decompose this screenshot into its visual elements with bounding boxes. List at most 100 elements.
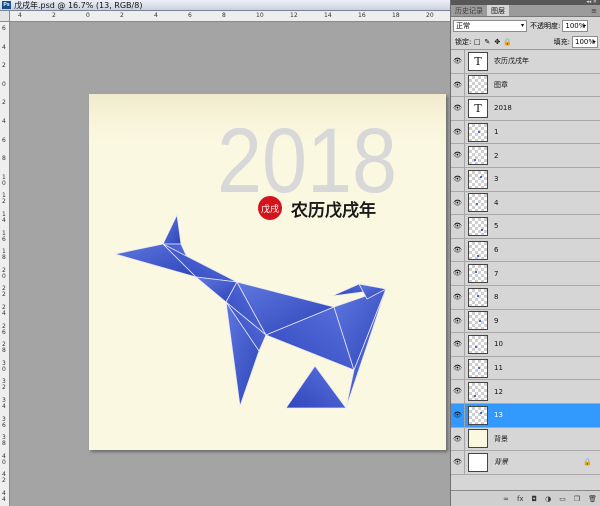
visibility-eye-icon[interactable]: 👁: [451, 403, 465, 427]
tab-history[interactable]: 历史记录: [451, 5, 487, 16]
thumbnail-mark: [481, 228, 483, 231]
visibility-eye-icon[interactable]: 👁: [451, 191, 465, 215]
ruler-label: 1 2: [2, 192, 6, 206]
opacity-input[interactable]: 100% ▸: [562, 19, 589, 32]
layer-row[interactable]: 👁 9: [451, 309, 600, 334]
panel-menu-icon[interactable]: ≡: [591, 5, 600, 16]
lock-transparent-icon[interactable]: □: [473, 38, 481, 46]
layer-row[interactable]: 👁 11: [451, 356, 600, 381]
layer-row[interactable]: 👁 8: [451, 285, 600, 310]
tab-layers[interactable]: 图层: [487, 5, 509, 16]
document-canvas[interactable]: 2018 戊戌 农历戊戌年: [89, 94, 446, 450]
layer-row[interactable]: 👁 2: [451, 144, 600, 168]
new-layer-icon[interactable]: ❐: [574, 495, 580, 503]
thumbnail-mark: [477, 254, 479, 257]
ruler-label: 2 0: [2, 266, 6, 280]
fx-icon[interactable]: fx: [517, 495, 524, 503]
ruler-corner[interactable]: [0, 11, 10, 22]
ruler-label: 16: [358, 12, 366, 19]
visibility-eye-icon[interactable]: 👁: [451, 97, 465, 120]
layer-thumbnail: [468, 452, 488, 472]
layer-row[interactable]: 👁 13: [451, 403, 600, 428]
layer-row[interactable]: 👁 4: [451, 191, 600, 216]
layer-row[interactable]: 👁 7: [451, 262, 600, 286]
ruler-label: 3 2: [2, 378, 6, 392]
trash-icon[interactable]: 🗑: [588, 495, 597, 503]
visibility-eye-icon[interactable]: 👁: [451, 144, 465, 167]
vertical-ruler[interactable]: 6 4 2 0 2 4 6 8 1 0 1 2 1 4 1 6 1 8 2 0 2 2 2 4 2 6 2 8 3 …: [0, 22, 10, 506]
layer-row[interactable]: 👁 5: [451, 215, 600, 239]
visibility-eye-icon[interactable]: 👁: [451, 333, 465, 356]
ruler-label: 2: [120, 12, 124, 19]
lock-paint-icon[interactable]: ✎: [483, 38, 491, 46]
thumbnail-mark: [477, 294, 479, 297]
layer-name: 7: [494, 269, 499, 278]
horizontal-ruler[interactable]: 4 2 0 2 4 6 8 10 12 14 16 18 20: [10, 11, 450, 22]
group-icon[interactable]: ▭: [559, 495, 566, 503]
layer-row[interactable]: 👁 图章: [451, 73, 600, 98]
ruler-label: 6: [188, 12, 192, 19]
photoshop-logo-icon: Ps: [2, 1, 11, 9]
blend-mode-select[interactable]: 正常 ▾: [453, 19, 527, 32]
layer-thumbnail: [468, 122, 488, 142]
layer-name: 9: [494, 316, 499, 325]
thumbnail-mark: [480, 411, 482, 414]
layer-list: 👁 T 农历戊戌年 👁 图章 👁 T 2018 👁 1 👁 2 👁 3 👁 4 👁 5 👁 6 👁 7 👁 8 👁 9 👁 10 👁 11…: [451, 50, 600, 490]
layer-row[interactable]: 👁 1: [451, 120, 600, 145]
layer-row[interactable]: 👁 10: [451, 333, 600, 357]
mask-icon[interactable]: ◘: [532, 495, 538, 503]
lock-row: 锁定: □ ✎ ✥ 🔒 填充: 100% ▸: [451, 34, 600, 50]
layer-row[interactable]: 👁 背景 🔒: [451, 451, 600, 475]
visibility-eye-icon[interactable]: 👁: [451, 215, 465, 238]
ruler-label: 4 0: [2, 452, 6, 466]
ruler-label: 14: [324, 12, 332, 19]
visibility-eye-icon[interactable]: 👁: [451, 73, 465, 97]
visibility-eye-icon[interactable]: 👁: [451, 285, 465, 309]
caption-text: 农历戊戌年: [290, 200, 376, 221]
layer-name: 4: [494, 198, 499, 207]
layer-thumbnail: [468, 146, 488, 166]
visibility-eye-icon[interactable]: 👁: [451, 167, 465, 191]
ruler-label: 4 4: [2, 490, 6, 503]
visibility-eye-icon[interactable]: 👁: [451, 50, 465, 73]
layer-lock-icon: 🔒: [583, 458, 592, 467]
layer-name: 11: [494, 364, 503, 373]
visibility-eye-icon[interactable]: 👁: [451, 262, 465, 285]
fill-input[interactable]: 100% ▸: [572, 35, 598, 48]
visibility-eye-icon[interactable]: 👁: [451, 120, 465, 144]
layer-name: 图章: [494, 80, 508, 89]
ruler-label: 1 8: [2, 248, 6, 262]
layer-row[interactable]: 👁 T 2018: [451, 97, 600, 121]
ruler-label: 2: [2, 99, 6, 107]
layer-name: 背景: [494, 458, 508, 467]
adjustment-icon[interactable]: ◑: [545, 495, 551, 503]
layer-row[interactable]: 👁 背景: [451, 427, 600, 452]
panel-tabs: 历史记录 图层 ≡: [451, 5, 600, 17]
lock-move-icon[interactable]: ✥: [493, 38, 501, 46]
visibility-eye-icon[interactable]: 👁: [451, 356, 465, 380]
layer-thumbnail: [468, 216, 488, 236]
lock-all-icon[interactable]: 🔒: [503, 38, 512, 46]
ruler-label: 4: [154, 12, 158, 19]
document-title: 戊戌年.psd @ 16.7% (13, RGB/8): [14, 0, 143, 10]
thumbnail-mark: [475, 271, 477, 274]
layer-row[interactable]: 👁 6: [451, 238, 600, 263]
layer-row[interactable]: 👁 T 农历戊戌年: [451, 50, 600, 74]
document-title-bar[interactable]: Ps 戊戌年.psd @ 16.7% (13, RGB/8): [0, 0, 450, 11]
chevron-right-icon: ▸: [592, 37, 596, 45]
visibility-eye-icon[interactable]: 👁: [451, 451, 465, 474]
visibility-eye-icon[interactable]: 👁: [451, 427, 465, 451]
visibility-eye-icon[interactable]: 👁: [451, 380, 465, 403]
thumbnail-mark: [478, 130, 480, 133]
thumbnail-mark: [474, 395, 476, 398]
ruler-label: 20: [426, 12, 434, 19]
visibility-eye-icon[interactable]: 👁: [451, 238, 465, 262]
link-icon[interactable]: ∞: [503, 495, 509, 503]
ruler-label: 4: [2, 43, 6, 51]
layer-row[interactable]: 👁 3: [451, 167, 600, 192]
visibility-eye-icon[interactable]: 👁: [451, 309, 465, 333]
blend-mode-value: 正常: [456, 21, 470, 30]
layer-thumbnail: T: [468, 98, 488, 118]
chevron-down-icon: ▾: [520, 21, 524, 29]
layer-row[interactable]: 👁 12: [451, 380, 600, 404]
